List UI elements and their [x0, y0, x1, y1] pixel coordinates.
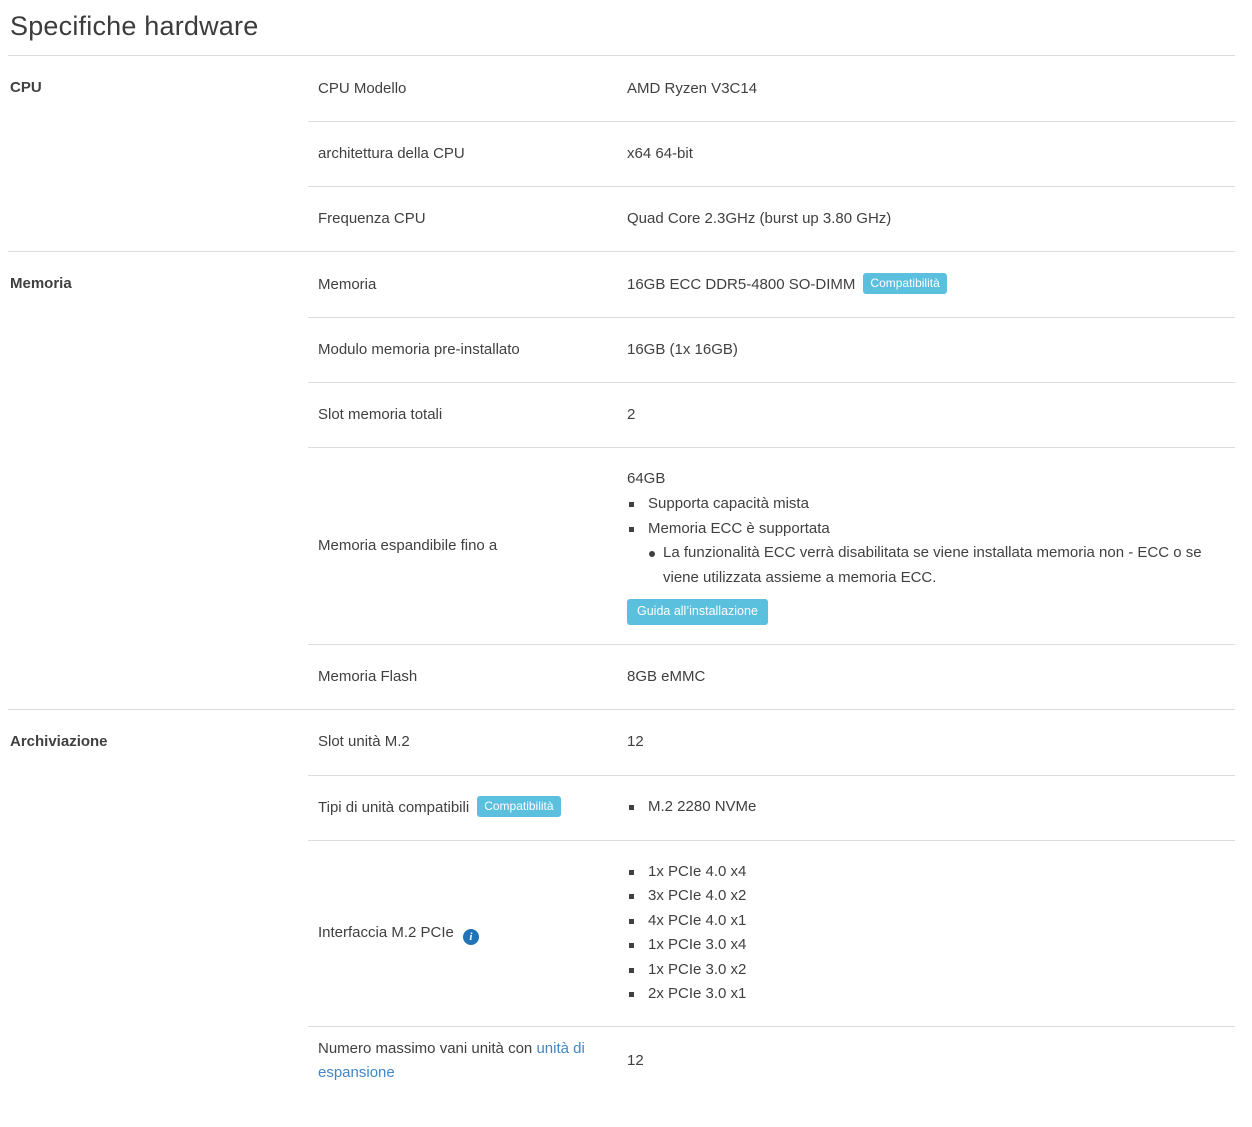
row-label: Slot unità M.2	[308, 730, 617, 754]
compatibility-badge[interactable]: Compatibilità	[477, 796, 560, 817]
section-title: Memoria	[8, 252, 308, 709]
info-icon[interactable]: i	[463, 929, 479, 945]
spec-section: MemoriaMemoria16GB ECC DDR5-4800 SO-DIMM…	[8, 251, 1235, 709]
expansion-unit-link[interactable]: unità di espansione	[318, 1040, 585, 1081]
row-value: 12	[617, 1049, 1235, 1073]
value-intro: 64GB	[627, 467, 1225, 491]
section-title: CPU	[8, 56, 308, 251]
value-text: Quad Core 2.3GHz (burst up 3.80 GHz)	[627, 210, 891, 227]
list-item: 1x PCIe 4.0 x4	[627, 860, 1225, 885]
spec-row: Memoria Flash 8GB eMMC	[308, 644, 1235, 709]
row-value: 2	[617, 403, 1235, 427]
sub-list-item: La funzionalità ECC verrà disabilitata s…	[627, 541, 1225, 590]
value-bullet-list: 1x PCIe 4.0 x43x PCIe 4.0 x24x PCIe 4.0 …	[627, 860, 1225, 1007]
compatibility-badge[interactable]: Compatibilità	[863, 273, 946, 294]
row-value: M.2 2280 NVMe	[617, 795, 1235, 820]
section-rows: Memoria 16GB ECC DDR5-4800 SO-DIMM Compati…	[308, 252, 1235, 709]
row-label: Memoria	[308, 273, 617, 297]
value-text: 2	[627, 406, 635, 423]
section-rows: CPU Modello AMD Ryzen V3C14 architettura d…	[308, 56, 1235, 251]
spec-row: Numero massimo vani unità con unità di e…	[308, 1026, 1235, 1095]
row-label: Memoria espandibile fino a	[308, 534, 617, 558]
spec-row: Tipi di unità compatibiliCompatibilità M.…	[308, 775, 1235, 840]
list-item: Supporta capacità mista	[627, 492, 1225, 517]
spec-row: Interfaccia M.2 PCIei 1x PCIe 4.0 x43x PC…	[308, 840, 1235, 1026]
row-value: 64GBSupporta capacità mistaMemoria ECC è…	[617, 467, 1235, 625]
row-value: 1x PCIe 4.0 x43x PCIe 4.0 x24x PCIe 4.0 …	[617, 860, 1235, 1007]
row-label: architettura della CPU	[308, 142, 617, 166]
row-label: Interfaccia M.2 PCIei	[308, 921, 617, 945]
row-label: Tipi di unità compatibiliCompatibilità	[308, 796, 617, 820]
list-item: M.2 2280 NVMe	[627, 795, 1225, 820]
value-bullet-list: Supporta capacità mistaMemoria ECC è sup…	[627, 492, 1225, 541]
value-bullet-list: M.2 2280 NVMe	[627, 795, 1225, 820]
list-item: 1x PCIe 3.0 x2	[627, 958, 1225, 983]
spec-row: architettura della CPU x64 64-bit	[308, 121, 1235, 186]
section-rows: Slot unità M.2 12 Tipi di unità compatibil…	[308, 710, 1235, 1095]
row-value: 12	[617, 730, 1235, 754]
row-label: Frequenza CPU	[308, 207, 617, 231]
spec-row: Memoria espandibile fino a64GBSupporta c…	[308, 447, 1235, 644]
list-item: 4x PCIe 4.0 x1	[627, 909, 1225, 934]
spec-table: CPUCPU Modello AMD Ryzen V3C14 architettur…	[8, 56, 1235, 1095]
installation-guide-button[interactable]: Guida all’installazione	[627, 599, 768, 625]
row-label: CPU Modello	[308, 77, 617, 101]
value-text: 16GB (1x 16GB)	[627, 341, 738, 358]
row-value: 16GB (1x 16GB)	[617, 338, 1235, 362]
spec-row: Slot memoria totali 2	[308, 382, 1235, 447]
page-title: Specifiche hardware	[8, 0, 1235, 56]
list-item: 3x PCIe 4.0 x2	[627, 884, 1225, 909]
list-item: 2x PCIe 3.0 x1	[627, 982, 1225, 1007]
list-item: 1x PCIe 3.0 x4	[627, 933, 1225, 958]
spec-row: CPU Modello AMD Ryzen V3C14	[308, 56, 1235, 121]
list-item: Memoria ECC è supportata	[627, 517, 1225, 542]
value-sub-bullet-list: La funzionalità ECC verrà disabilitata s…	[627, 541, 1225, 590]
value-text: 12	[627, 1052, 644, 1069]
hardware-specs-page: Specifiche hardware CPUCPU Modello AMD Ry…	[0, 0, 1252, 1125]
value-text: x64 64-bit	[627, 145, 693, 162]
spec-row: Frequenza CPU Quad Core 2.3GHz (burst up …	[308, 186, 1235, 251]
row-value: 8GB eMMC	[617, 665, 1235, 689]
spec-section: ArchiviazioneSlot unità M.2 12 Tipi di uni…	[8, 709, 1235, 1095]
row-value: AMD Ryzen V3C14	[617, 77, 1235, 101]
value-text: 12	[627, 733, 644, 750]
value-text: 8GB eMMC	[627, 668, 705, 685]
spec-row: Slot unità M.2 12	[308, 710, 1235, 775]
spec-row: Modulo memoria pre-installato 16GB (1x 16…	[308, 317, 1235, 382]
spec-section: CPUCPU Modello AMD Ryzen V3C14 architettur…	[8, 56, 1235, 251]
section-title: Archiviazione	[8, 710, 308, 1095]
row-label: Modulo memoria pre-installato	[308, 338, 617, 362]
row-label: Memoria Flash	[308, 665, 617, 689]
row-value: Quad Core 2.3GHz (burst up 3.80 GHz)	[617, 207, 1235, 231]
value-text: 16GB ECC DDR5-4800 SO-DIMM	[627, 276, 855, 293]
row-value: 16GB ECC DDR5-4800 SO-DIMM Compatibilità	[617, 273, 1235, 297]
value-text: AMD Ryzen V3C14	[627, 80, 757, 97]
row-value: x64 64-bit	[617, 142, 1235, 166]
row-label: Slot memoria totali	[308, 403, 617, 427]
spec-row: Memoria 16GB ECC DDR5-4800 SO-DIMM Compati…	[308, 252, 1235, 317]
row-label: Numero massimo vani unità con unità di e…	[308, 1037, 617, 1085]
